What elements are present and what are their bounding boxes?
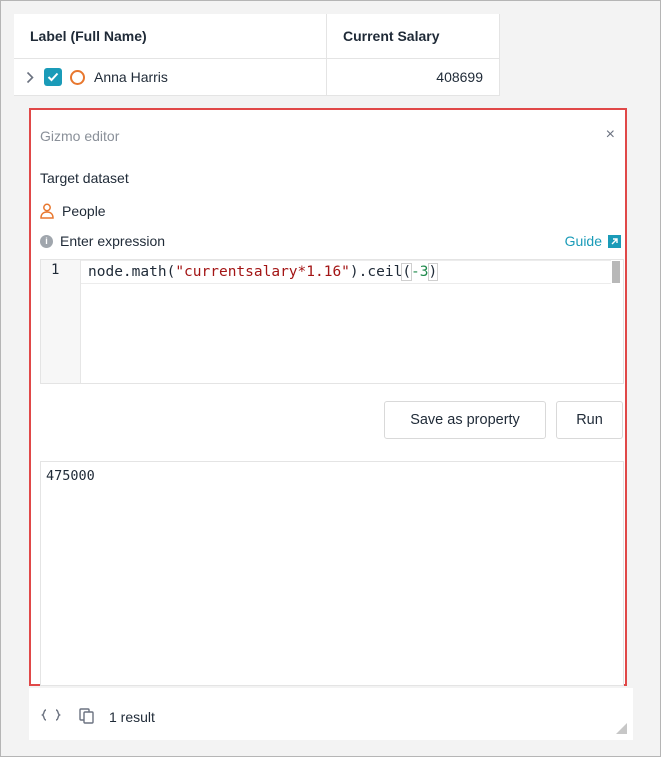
external-link-icon	[608, 234, 621, 248]
column-header-label[interactable]: Label (Full Name)	[14, 14, 327, 58]
node-circle-icon	[70, 69, 85, 85]
panel-footer: 1 result	[29, 688, 633, 740]
close-icon[interactable]: ×	[606, 126, 615, 144]
result-count: 1 result	[109, 709, 155, 725]
panel-title: Gizmo editor	[40, 128, 120, 144]
expression-editor[interactable]: 1 node.math("currentsalary*1.16").ceil(-…	[40, 259, 624, 384]
result-output: 475000	[40, 461, 624, 686]
json-braces-icon[interactable]	[41, 709, 61, 721]
expression-label-row: i Enter expression	[40, 233, 165, 249]
code-number: -3	[411, 264, 429, 280]
expression-label: Enter expression	[60, 233, 166, 249]
code-close-paren: )	[427, 263, 439, 281]
table-cell-salary: 408699	[327, 59, 500, 95]
guide-label: Guide	[564, 233, 602, 249]
target-dataset-label: Target dataset	[40, 170, 129, 186]
results-table: Label (Full Name) Current Salary Anna Ha…	[14, 14, 500, 96]
table-cell-label: Anna Harris	[14, 59, 327, 95]
person-icon	[40, 203, 54, 219]
column-header-salary[interactable]: Current Salary	[327, 14, 500, 58]
table-header: Label (Full Name) Current Salary	[14, 14, 500, 59]
code-prefix: node.math(	[88, 264, 176, 280]
code-string: "currentsalary*1.16"	[175, 264, 350, 280]
app-frame: Label (Full Name) Current Salary Anna Ha…	[0, 0, 661, 757]
gizmo-editor-panel: Gizmo editor × Target dataset People i E…	[29, 108, 627, 686]
line-gutter: 1	[41, 260, 81, 383]
run-button[interactable]: Run	[556, 401, 623, 439]
line-number: 1	[51, 262, 60, 278]
guide-link[interactable]: Guide	[565, 233, 621, 249]
chevron-right-icon[interactable]	[26, 70, 36, 84]
save-as-property-button[interactable]: Save as property	[384, 401, 546, 439]
code-middle: ).ceil	[349, 264, 403, 280]
dataset-name: People	[62, 203, 106, 219]
copy-icon[interactable]	[79, 708, 94, 724]
target-dataset[interactable]: People	[40, 203, 106, 219]
row-label: Anna Harris	[94, 69, 168, 85]
resize-handle-icon[interactable]	[616, 723, 627, 734]
editor-scrollbar[interactable]	[612, 261, 620, 283]
row-checkbox[interactable]	[44, 68, 62, 86]
checkmark-icon	[47, 72, 59, 82]
info-icon[interactable]: i	[40, 234, 53, 248]
table-row[interactable]: Anna Harris 408699	[14, 59, 500, 96]
code-line[interactable]: node.math("currentsalary*1.16").ceil(-3)	[81, 260, 611, 284]
